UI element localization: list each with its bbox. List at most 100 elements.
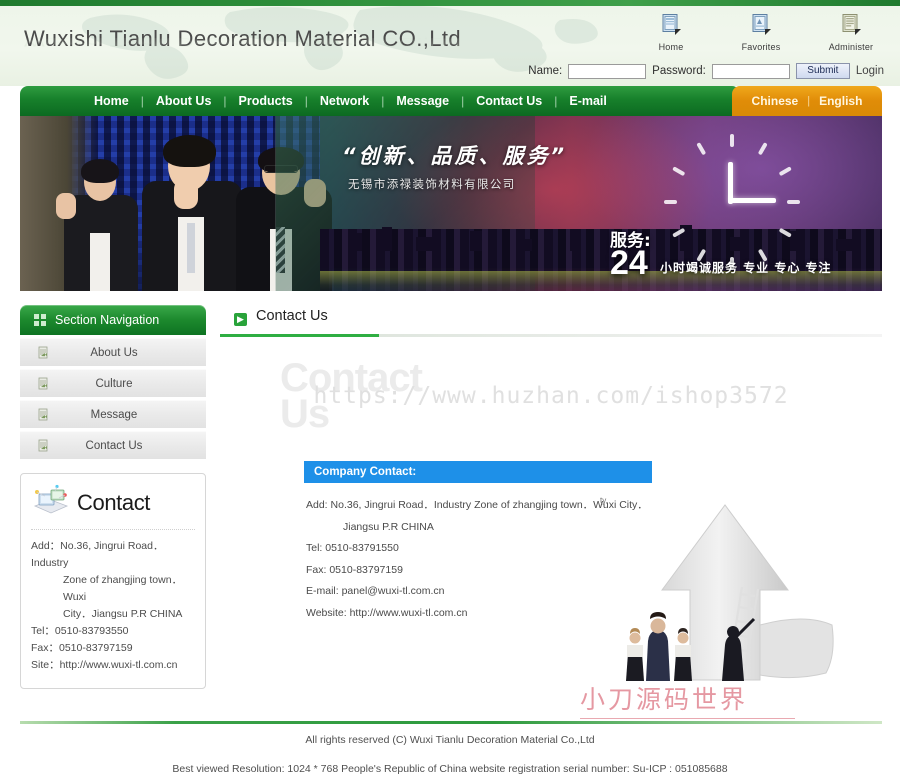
skyline-tower: [516, 239, 532, 251]
company-name-reflection: Wuxishi Tianlu Decoration Material CO.,L…: [24, 35, 462, 49]
sidebar-item-message[interactable]: Message: [20, 400, 206, 428]
sidebar-item-label: Contact Us: [85, 439, 143, 452]
page-title: Contact Us: [256, 308, 328, 324]
nav-item-products[interactable]: Products: [227, 94, 305, 108]
url-watermark: https://www.huzhan.com/ishop3572: [313, 383, 789, 409]
quicklink-favorites[interactable]: Favorites: [730, 14, 792, 55]
contact-card-address-line-2: Zone of zhangjing town．Wuxi: [63, 574, 183, 603]
person-hair: [163, 135, 216, 167]
ghost-watermark-line-1: Contact: [280, 356, 423, 400]
person-hair: [81, 159, 119, 183]
nav-item-network[interactable]: Network: [308, 94, 381, 108]
sidebar-item-label: Culture: [95, 377, 133, 390]
clock-tick: [730, 134, 734, 147]
banner-subslogan: 无锡市添禄装饰材料有限公司: [348, 177, 516, 191]
nav-items: Home | About Us | Products | Network | M…: [82, 94, 619, 108]
language-switcher: Chinese | English: [732, 86, 882, 116]
clock-tick: [672, 166, 686, 177]
page-title-row: ▶ Contact Us: [220, 305, 882, 337]
lang-english[interactable]: English: [819, 94, 862, 108]
contact-card-tel: Tel：0510-83793550: [31, 625, 129, 637]
quicklink-home[interactable]: Home: [640, 14, 702, 55]
banner-slogan: “创新、品质、服务”: [342, 144, 568, 168]
administer-window-icon: [842, 14, 861, 35]
contact-card-divider: [31, 529, 195, 530]
sidebar-item-about-us[interactable]: About Us: [20, 338, 206, 366]
sidebar-item-contact-us[interactable]: Contact Us: [20, 431, 206, 459]
contact-card-address-line-3: City．Jiangsu P.R CHINA: [63, 608, 183, 620]
name-label: Name:: [528, 65, 563, 77]
submit-button[interactable]: Submit: [795, 63, 850, 79]
sidebar-item-culture[interactable]: Culture: [20, 369, 206, 397]
skyline-tower: [416, 237, 434, 251]
clock-tick: [672, 227, 686, 238]
clock-tick: [696, 142, 707, 156]
clock-tick: [664, 200, 677, 204]
page-root: Wuxishi Tianlu Decoration Material CO.,L…: [0, 0, 900, 783]
nav-item-message[interactable]: Message: [384, 94, 461, 108]
page-arrow-icon: [37, 346, 50, 359]
page-title-underline: [220, 334, 882, 337]
nav-item-email[interactable]: E-mail: [557, 94, 619, 108]
nav-bar: Home | About Us | Products | Network | M…: [20, 86, 740, 116]
sidebar: Section Navigation About Us Culture Mess…: [20, 305, 206, 689]
sidebar-header-label: Section Navigation: [55, 313, 160, 327]
arrow-right-icon: ▶: [234, 313, 247, 326]
site-footer: All rights reserved (C) Wuxi Tianlu Deco…: [0, 730, 900, 780]
skyline-tower: [470, 231, 482, 251]
content-area: Section Navigation About Us Culture Mess…: [20, 291, 882, 721]
nav-item-home[interactable]: Home: [82, 94, 141, 108]
quicklink-administer-label: Administer: [828, 42, 874, 52]
banner-service-text: 小时竭诚服务 专业 专心 专注: [660, 261, 832, 275]
clock-tick: [778, 166, 792, 177]
company-contact-heading: Company Contact:: [304, 461, 652, 483]
skyline-tower: [836, 239, 852, 251]
skyline-tower: [570, 229, 580, 251]
header-quicklinks: Home Favorites Administer: [640, 14, 882, 55]
password-label: Password:: [652, 65, 706, 77]
ghost-watermark: Contact Us: [280, 356, 580, 436]
login-link[interactable]: Login: [856, 65, 884, 77]
nav-item-about-us[interactable]: About Us: [144, 94, 224, 108]
contact-card-title: Contact: [77, 489, 151, 515]
squares-icon: [34, 313, 47, 327]
nav-item-contact-us[interactable]: Contact Us: [464, 94, 554, 108]
hero-banner[interactable]: “创新、品质、服务” 无锡市添禄装饰材料有限公司 服务: 24 小时竭诚服务 专…: [20, 116, 882, 291]
favorites-window-icon: [752, 14, 771, 35]
contact-card-header: Contact: [31, 484, 195, 527]
contact-card-fax: Fax：0510-83797159: [31, 642, 133, 654]
site-header: Wuxishi Tianlu Decoration Material CO.,L…: [0, 6, 900, 86]
name-input[interactable]: [568, 63, 647, 79]
person-shirt: [90, 233, 110, 291]
ghost-watermark-line-2: Us: [280, 392, 330, 436]
page-arrow-icon: [37, 408, 50, 421]
footer-divider: [20, 721, 882, 724]
contact-book-icon: [31, 484, 71, 521]
password-input[interactable]: [711, 63, 790, 79]
contact-card-lines: Add：No.36, Jingrui Road．Industry Zone of…: [31, 538, 195, 674]
skyline-tower: [382, 227, 392, 251]
page-arrow-icon: [37, 439, 50, 452]
growth-arrow-illustration: ty,: [600, 496, 834, 681]
page-arrow-icon: [37, 377, 50, 390]
quicklink-home-label: Home: [658, 42, 684, 52]
svg-text:ty,: ty,: [600, 496, 608, 505]
person-hand: [174, 179, 198, 209]
main-column: ▶ Contact Us Contact Us https://www.huzh…: [220, 305, 882, 719]
sidebar-item-label: About Us: [90, 346, 138, 359]
sidebar-header: Section Navigation: [20, 305, 206, 335]
quicklink-favorites-label: Favorites: [741, 42, 781, 52]
banner-clock-icon: [660, 132, 800, 272]
lang-chinese[interactable]: Chinese: [752, 94, 799, 108]
clock-tick: [757, 142, 768, 156]
sidebar-contact-card: Contact Add：No.36, Jingrui Road．Industry…: [20, 473, 206, 689]
contact-card-site[interactable]: Site：http://www.wuxi-tl.com.cn: [31, 657, 195, 674]
quicklink-administer[interactable]: Administer: [820, 14, 882, 55]
sidebar-item-label: Message: [90, 408, 138, 421]
clock-minute-hand: [730, 198, 776, 203]
clock-tick: [778, 227, 792, 238]
contact-card-address-line-1: Add：No.36, Jingrui Road．Industry: [31, 540, 164, 569]
footer-registration: Best viewed Resolution: 1024 * 768 Peopl…: [172, 763, 728, 775]
banner-person-left: [56, 159, 144, 291]
footer-copyright: All rights reserved (C) Wuxi Tianlu Deco…: [305, 734, 595, 746]
